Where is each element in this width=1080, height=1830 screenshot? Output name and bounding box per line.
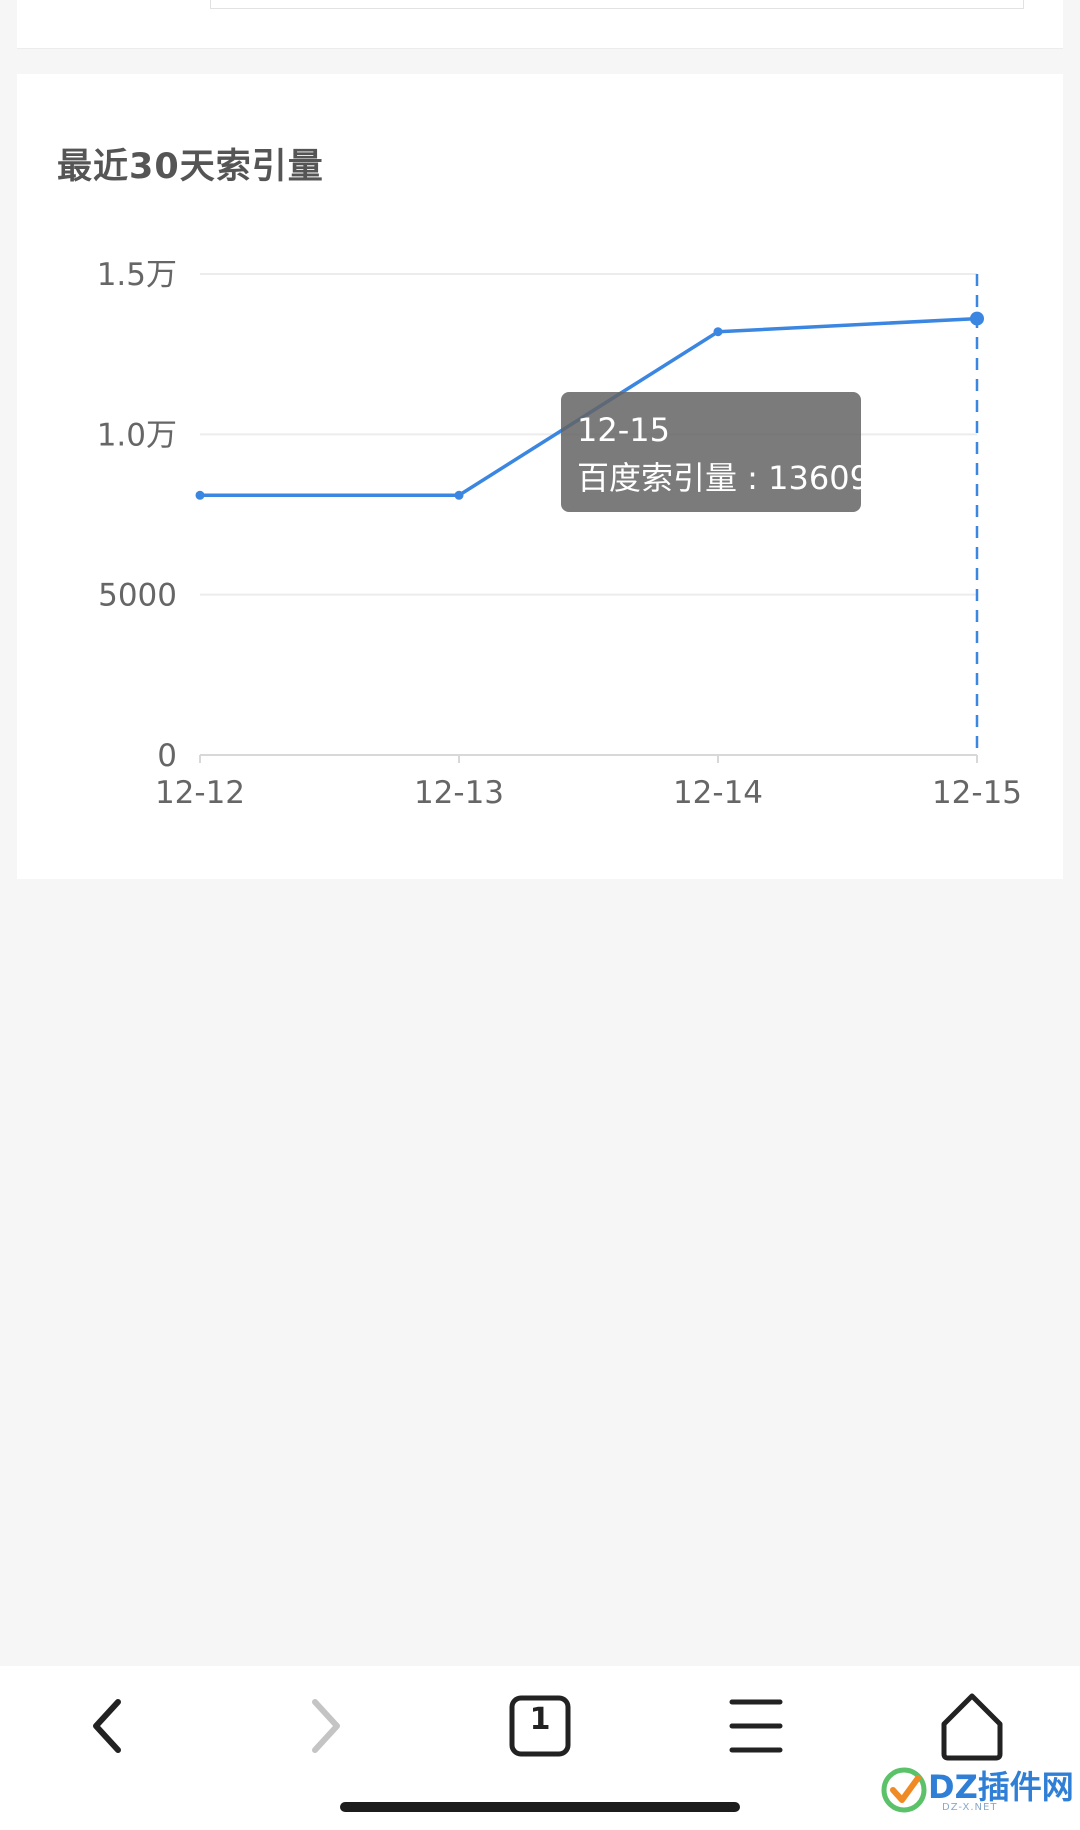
previous-card — [17, 0, 1063, 49]
y-tick-label: 1.0万 — [97, 417, 177, 453]
forward-button[interactable] — [265, 1666, 385, 1786]
y-tick-label: 5000 — [98, 578, 177, 614]
chevron-right-icon — [312, 1699, 340, 1753]
data-point — [713, 327, 723, 337]
y-tick-label: 0 — [157, 738, 177, 774]
watermark-logo: DZ插件网 DZ-X.NET — [880, 1760, 1074, 1820]
index-chart-card: 最近30天索引量 0 5000 1.0万 1.5万 12-12 12-13 12-14 12-… — [17, 74, 1063, 879]
x-tick-label: 12-15 — [932, 775, 1022, 811]
menu-button[interactable] — [696, 1666, 816, 1786]
data-point — [970, 311, 984, 326]
y-tick-label: 1.5万 — [97, 257, 177, 293]
index-line-chart[interactable]: 0 5000 1.0万 1.5万 12-12 12-13 12-14 12-15 — [17, 74, 1063, 879]
hamburger-icon — [729, 1699, 783, 1753]
back-button[interactable] — [48, 1666, 168, 1786]
x-tick-label: 12-13 — [414, 775, 504, 811]
tooltip-value: 百度索引量 : 13609 — [577, 459, 870, 497]
tabs-count: 1 — [529, 1702, 551, 1737]
chart-tooltip: 12-15 百度索引量 : 13609 — [561, 392, 870, 512]
tooltip-date: 12-15 — [577, 411, 670, 449]
x-tick-label: 12-12 — [155, 775, 245, 811]
data-point — [195, 490, 205, 500]
chevron-left-icon — [93, 1699, 121, 1753]
x-tick-label: 12-14 — [673, 775, 763, 811]
tabs-button[interactable]: 1 — [480, 1666, 600, 1786]
data-point — [454, 490, 464, 500]
home-indicator — [340, 1802, 740, 1812]
watermark-sub: DZ-X.NET — [942, 1802, 998, 1813]
previous-card-inner — [210, 0, 1024, 9]
watermark-check-icon — [881, 1767, 927, 1813]
